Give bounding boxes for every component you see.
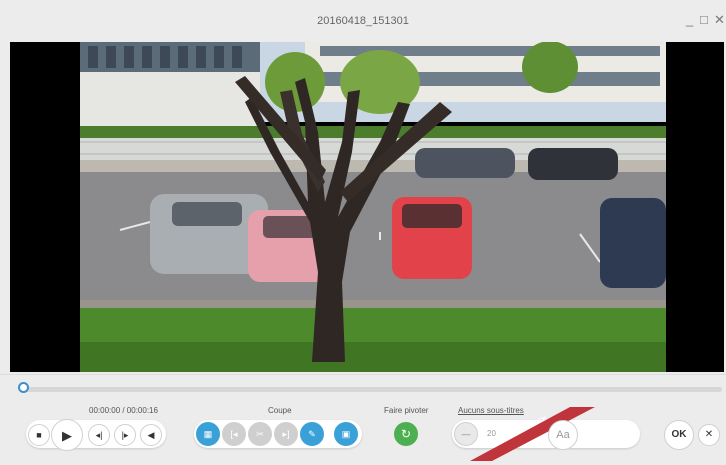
cut-section-label: Coupe [268,406,292,415]
volume-icon: ◀ [147,429,155,440]
mark-in-button[interactable]: [◂ [222,422,246,446]
title-bar: 20160418_151301 _ □ ✕ [0,0,726,40]
pencil-icon: ✎ [308,428,316,439]
maximize-button[interactable]: □ [700,12,708,27]
edit-button[interactable]: ✎ [300,422,324,446]
video-frame [80,42,666,372]
select-button[interactable]: ▦ [196,422,220,446]
ok-button[interactable]: OK [664,420,694,450]
prev-frame-button[interactable]: ◂| [88,424,110,446]
next-frame-icon: |▸ [121,429,129,440]
export-button[interactable]: ▣ [334,422,358,446]
stop-button[interactable]: ■ [28,424,50,446]
export-icon: ▣ [341,428,351,439]
cut-button[interactable]: ✂ [248,422,272,446]
seek-handle[interactable] [18,382,29,393]
ok-label: OK [671,429,687,440]
play-icon: ▶ [62,427,72,443]
scissors-icon: ✂ [256,428,264,439]
volume-button[interactable]: ◀ [140,424,162,446]
minimize-button[interactable]: _ [686,12,693,27]
next-frame-button[interactable]: |▸ [114,424,136,446]
video-frame-image [80,42,666,372]
close-icon: ✕ [704,429,714,440]
close-window-button[interactable]: ✕ [714,12,725,28]
play-button[interactable]: ▶ [51,419,83,451]
mark-out-icon: ▸] [282,428,290,439]
mark-out-button[interactable]: ▸] [274,422,298,446]
mark-in-icon: [◂ [230,428,238,439]
control-panel: 00:00:00 / 00:00:16 ■ ▶ ◂| |▸ ◀ Coupe ▦ … [0,374,726,465]
video-viewport[interactable] [10,42,724,372]
stop-icon: ■ [36,429,42,440]
time-display: 00:00:00 / 00:00:16 [89,406,158,415]
subtitle-font-label: Aa [556,428,570,441]
select-icon: ▦ [203,428,213,439]
close-panel-button[interactable]: ✕ [698,424,720,446]
subtitles-pack-banner[interactable] [470,405,600,461]
seek-bar[interactable] [18,382,722,393]
rotate-section-label: Faire pivoter [384,406,429,415]
subtitle-font-button[interactable]: Aa [548,420,578,450]
prev-frame-icon: ◂| [95,429,103,440]
rotate-icon: ↻ [400,427,412,441]
rotate-button[interactable]: ↻ [394,422,418,446]
window-title: 20160418_151301 [317,15,409,27]
